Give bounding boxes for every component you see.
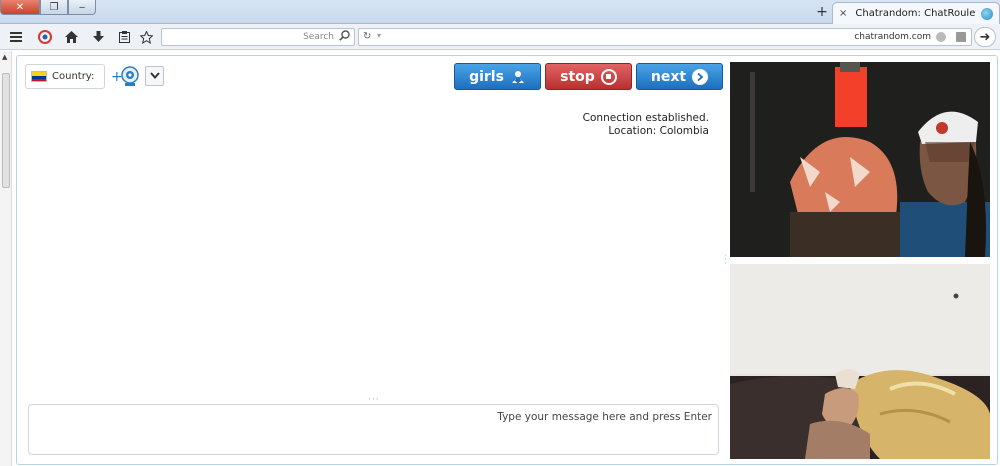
back-icon: ➜: [979, 29, 991, 45]
tab-close-icon[interactable]: ×: [839, 8, 847, 19]
extension-icon[interactable]: [37, 29, 53, 45]
browser-window: ✕ ❐ ‒ + × Chatrandom: ChatRoulette...: [0, 0, 1000, 466]
message-input-box[interactable]: [28, 404, 719, 455]
panel-splitter-icon[interactable]: · · ·: [724, 252, 728, 268]
tab-bar: ✕ ❐ ‒ + × Chatrandom: ChatRoulette...: [0, 0, 1000, 24]
next-arrow-icon: [692, 68, 709, 85]
tab-chatrandom[interactable]: × Chatrandom: ChatRoulette...: [832, 2, 1000, 24]
navigation-bar: Search ↻ ▾ chatrandom.com ➜: [0, 24, 1000, 50]
home-icon[interactable]: [63, 29, 79, 45]
stop-button[interactable]: stop: [545, 63, 632, 90]
stop-icon: [600, 68, 617, 85]
reload-icon[interactable]: ↻: [363, 31, 371, 42]
reading-list-icon[interactable]: [116, 29, 132, 45]
svg-text:+: +: [111, 69, 123, 85]
window-maximize-button[interactable]: ❐: [40, 0, 68, 15]
add-webcam-icon[interactable]: +: [111, 65, 141, 87]
system-message: Location: Colombia: [608, 125, 709, 137]
bookmark-star-icon[interactable]: [138, 29, 154, 45]
self-video: [730, 264, 990, 459]
webcam-dropdown-button[interactable]: [145, 66, 164, 86]
tab-title: Chatrandom: ChatRoulette...: [855, 8, 976, 19]
back-button[interactable]: ➜: [974, 27, 996, 47]
scrollbar-thumb[interactable]: [2, 73, 10, 188]
next-label: next: [650, 68, 687, 85]
girls-filter-button[interactable]: girls: [454, 63, 541, 90]
search-icon[interactable]: [339, 30, 350, 44]
new-tab-button[interactable]: +: [813, 4, 831, 20]
search-input[interactable]: Search: [161, 28, 355, 46]
window-minimize-button[interactable]: ‒: [68, 0, 96, 15]
download-icon[interactable]: [90, 29, 106, 45]
self-video-frame: [730, 264, 990, 459]
favicon-icon: [981, 7, 993, 20]
menu-icon[interactable]: [8, 29, 24, 45]
chevron-down-icon: [149, 71, 160, 82]
next-button[interactable]: next: [636, 63, 723, 90]
chat-panel: Country: + girls stop next Connection es…: [16, 55, 998, 465]
site-identity-icon[interactable]: [936, 32, 946, 42]
url-text: chatrandom.com: [854, 32, 931, 42]
message-input[interactable]: [29, 405, 718, 454]
colombia-flag-icon: [31, 71, 47, 82]
stop-label: stop: [560, 68, 595, 85]
search-placeholder: Search: [303, 32, 334, 42]
history-dropdown-icon[interactable]: ▾: [377, 31, 381, 40]
girls-label: girls: [469, 68, 504, 85]
system-message: Connection established.: [582, 112, 709, 124]
vertical-scrollbar[interactable]: ▲: [0, 51, 12, 466]
country-selector[interactable]: Country:: [25, 64, 105, 89]
flag-stripe: [32, 78, 46, 81]
country-label: Country:: [52, 71, 95, 82]
scroll-up-arrow-icon[interactable]: ▲: [2, 53, 7, 61]
partner-video-frame: [730, 62, 990, 257]
url-bar[interactable]: ↻ ▾ chatrandom.com: [358, 28, 972, 46]
chat-messages: Connection established. Location: Colomb…: [583, 112, 709, 138]
window-close-button[interactable]: ✕: [0, 0, 40, 15]
page-action-icon[interactable]: [956, 32, 966, 42]
partner-video: [730, 62, 990, 257]
window-controls: ✕ ❐ ‒: [0, 0, 96, 15]
user-download-icon: [510, 69, 526, 85]
